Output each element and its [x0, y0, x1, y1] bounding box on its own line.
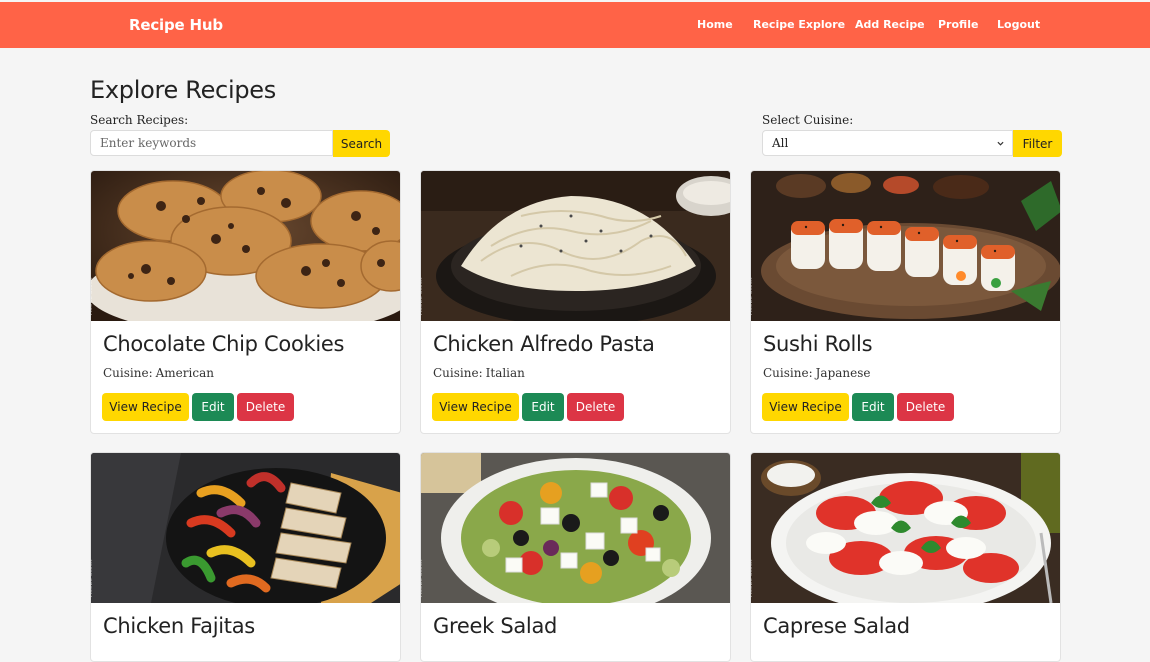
search-button[interactable]: Search [333, 130, 390, 157]
pasta-photo-icon [421, 171, 730, 321]
delete-button[interactable]: Delete [567, 393, 624, 421]
nav-recipe-explore[interactable]: Recipe Explore [753, 18, 845, 31]
watermark-icon: Adobe Stock [751, 559, 754, 598]
cuisine-select[interactable]: All [762, 130, 1013, 156]
watermark-icon: Adobe Stock [421, 277, 424, 316]
nav-add-recipe[interactable]: Add Recipe [855, 18, 925, 31]
view-recipe-button[interactable]: View Recipe [762, 393, 849, 421]
recipe-title: Sushi Rolls [763, 332, 873, 356]
edit-button[interactable]: Edit [522, 393, 564, 421]
recipe-image: Adobe Stock [751, 171, 1060, 321]
filter-button[interactable]: Filter [1013, 130, 1062, 157]
search-label: Search Recipes: [90, 113, 189, 127]
nav-profile[interactable]: Profile [938, 18, 978, 31]
view-recipe-button[interactable]: View Recipe [432, 393, 519, 421]
greek-salad-photo-icon [421, 453, 730, 603]
recipe-cuisine: Cuisine: Italian [433, 366, 528, 380]
recipe-cuisine: Cuisine: American [103, 366, 217, 380]
recipe-cuisine: Cuisine: Japanese [763, 366, 874, 380]
recipe-image: Adobe Stock [751, 453, 1060, 603]
cuisine-prefix: Cuisine: [103, 366, 153, 380]
watermark-icon: Adobe Stock [751, 277, 754, 316]
recipe-title: Chocolate Chip Cookies [103, 332, 345, 356]
edit-button[interactable]: Edit [192, 393, 234, 421]
delete-button[interactable]: Delete [897, 393, 954, 421]
recipe-card: Adobe Stock Chicken Alfredo Pasta Cuisin… [420, 170, 731, 434]
caprese-salad-photo-icon [751, 453, 1060, 603]
cuisine-select-value: All [772, 136, 789, 150]
watermark-icon: Adobe Stock [91, 559, 94, 598]
recipe-image: Adobe Stock [421, 453, 730, 603]
recipe-image: Adobe Stock [91, 171, 400, 321]
recipe-image: Adobe Stock [421, 171, 730, 321]
cuisine-value: Italian [485, 366, 525, 380]
recipe-card: Adobe Stock Caprese Salad [750, 452, 1061, 662]
recipe-card: Adobe Stock Sushi Rolls Cuisine: Japanese… [750, 170, 1061, 434]
recipe-card: Adobe Stock Greek Salad [420, 452, 731, 662]
recipe-card: Adobe Stock Chicken Fajitas [90, 452, 401, 662]
edit-button[interactable]: Edit [852, 393, 894, 421]
nav-home[interactable]: Home [697, 18, 733, 31]
nav-logout[interactable]: Logout [997, 18, 1040, 31]
fajitas-photo-icon [91, 453, 400, 603]
recipe-title: Chicken Alfredo Pasta [433, 332, 655, 356]
cuisine-label: Select Cuisine: [762, 113, 854, 127]
cookies-photo-icon [91, 171, 400, 321]
view-recipe-button[interactable]: View Recipe [102, 393, 189, 421]
watermark-icon: Adobe Stock [91, 277, 94, 316]
watermark-icon: Adobe Stock [421, 559, 424, 598]
recipe-title: Chicken Fajitas [103, 614, 255, 638]
delete-button[interactable]: Delete [237, 393, 294, 421]
cuisine-value: Japanese [815, 366, 871, 380]
recipe-title: Caprese Salad [763, 614, 910, 638]
search-field[interactable] [90, 130, 333, 156]
cuisine-prefix: Cuisine: [433, 366, 483, 380]
recipe-title: Greek Salad [433, 614, 558, 638]
recipe-image: Adobe Stock [91, 453, 400, 603]
sushi-photo-icon [751, 171, 1060, 321]
chevron-down-icon [997, 141, 1004, 146]
cuisine-prefix: Cuisine: [763, 366, 813, 380]
brand-logo[interactable]: Recipe Hub [129, 16, 223, 34]
cuisine-value: American [155, 366, 214, 380]
navbar: Recipe Hub Home Recipe Explore Add Recip… [0, 2, 1150, 48]
recipe-card: Adobe Stock Chocolate Chip Cookies Cuisi… [90, 170, 401, 434]
search-input[interactable] [91, 131, 332, 155]
page-title: Explore Recipes [90, 76, 276, 104]
